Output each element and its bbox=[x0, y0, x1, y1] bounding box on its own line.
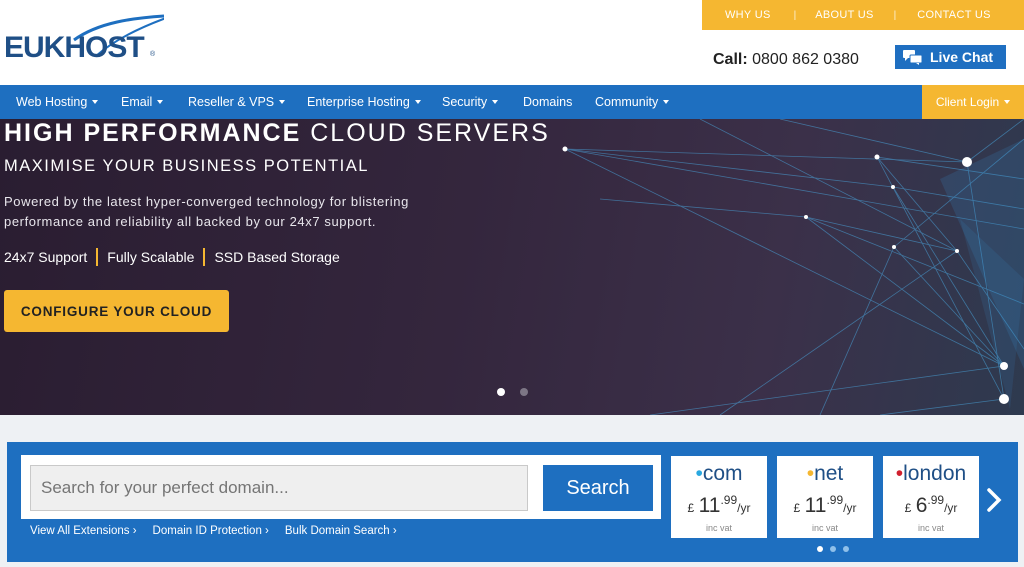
nav-item-community[interactable]: Community bbox=[595, 85, 670, 119]
nav-item-label: Email bbox=[121, 95, 153, 109]
price-currency: £ bbox=[687, 501, 695, 515]
nav-item-label: Web Hosting bbox=[16, 95, 88, 109]
client-login-button[interactable]: Client Login bbox=[922, 85, 1024, 119]
chevron-right-icon[interactable] bbox=[985, 487, 1003, 513]
caret-down-icon bbox=[92, 100, 99, 104]
price-integer: 11 bbox=[698, 494, 721, 517]
tld-card-net[interactable]: •net £ 11.99/yr inc vat bbox=[777, 456, 873, 538]
domain-search-input[interactable] bbox=[30, 465, 528, 511]
feature-divider bbox=[203, 248, 206, 266]
price-period: /yr bbox=[843, 501, 857, 515]
tld-price: £ 11.99/yr bbox=[671, 493, 767, 518]
phone-number[interactable]: Call: 0800 862 0380 bbox=[713, 51, 859, 69]
util-link-why-us[interactable]: WHY US bbox=[725, 9, 771, 21]
feature-support: 24x7 Support bbox=[4, 249, 88, 265]
tld-label: net bbox=[814, 462, 844, 485]
util-link-contact-us[interactable]: CONTACT US bbox=[917, 9, 991, 21]
tld-name: •com bbox=[671, 462, 767, 486]
page: EUKHOST ® WHY US | ABOUT US | CONTACT US… bbox=[0, 0, 1024, 567]
tld-vat-note: inc vat bbox=[705, 523, 732, 533]
nav-item-security[interactable]: Security bbox=[442, 85, 499, 119]
slide-dot[interactable] bbox=[520, 388, 528, 396]
tld-vat-note: inc vat bbox=[917, 523, 944, 533]
configure-cloud-button[interactable]: CONFIGURE YOUR CLOUD bbox=[4, 290, 229, 332]
hero-title: HIGH PERFORMANCE CLOUD SERVERS bbox=[4, 119, 550, 148]
slide-dot-active[interactable] bbox=[497, 388, 505, 396]
hero-banner: HIGH PERFORMANCE CLOUD SERVERS MAXIMISE … bbox=[0, 119, 1024, 415]
tld-label: com bbox=[702, 462, 743, 485]
nav-item-label: Enterprise Hosting bbox=[307, 95, 410, 109]
tld-name: •net bbox=[777, 462, 873, 486]
link-view-all-extensions[interactable]: View All Extensions › bbox=[30, 525, 137, 537]
tld-card-com[interactable]: •com £ 11.99/yr inc vat bbox=[671, 456, 767, 538]
logo-text: EUKHOST bbox=[4, 31, 144, 64]
caret-down-icon bbox=[663, 100, 670, 104]
tld-price: £ 11.99/yr bbox=[777, 493, 873, 518]
caret-down-icon bbox=[157, 100, 164, 104]
nav-item-label: Security bbox=[442, 95, 488, 109]
domain-links: View All Extensions › Domain ID Protecti… bbox=[30, 525, 397, 537]
nav-item-web-hosting[interactable]: Web Hosting bbox=[16, 85, 99, 119]
price-decimal: .99 bbox=[927, 493, 945, 507]
nav-item-label: Community bbox=[595, 95, 659, 109]
phone-value: 0800 862 0380 bbox=[752, 51, 859, 68]
tld-dot: • bbox=[806, 462, 815, 485]
price-decimal: .99 bbox=[826, 493, 844, 507]
live-chat-button[interactable]: Live Chat bbox=[895, 45, 1006, 69]
feature-storage: SSD Based Storage bbox=[214, 249, 340, 265]
client-login-label: Client Login bbox=[935, 95, 1000, 109]
util-separator: | bbox=[793, 9, 797, 21]
live-chat-label: Live Chat bbox=[930, 49, 994, 65]
nav-item-email[interactable]: Email bbox=[121, 85, 164, 119]
util-link-about-us[interactable]: ABOUT US bbox=[815, 9, 873, 21]
price-period: /yr bbox=[737, 501, 751, 515]
price-currency: £ bbox=[793, 501, 801, 515]
carousel-dot[interactable] bbox=[843, 546, 849, 552]
main-nav: Web Hosting Email Reseller & VPS Enterpr… bbox=[0, 85, 1024, 119]
carousel-dot-active[interactable] bbox=[817, 546, 823, 552]
nav-item-enterprise-hosting[interactable]: Enterprise Hosting bbox=[307, 85, 421, 119]
carousel-dot[interactable] bbox=[830, 546, 836, 552]
tld-vat-note: inc vat bbox=[811, 523, 838, 533]
chat-bubbles-icon bbox=[903, 49, 923, 65]
eukhost-logo[interactable]: EUKHOST ® bbox=[4, 12, 164, 72]
nav-item-domains[interactable]: Domains bbox=[523, 85, 572, 119]
tld-price: £ 6.99/yr bbox=[883, 493, 979, 518]
caret-down-icon bbox=[414, 100, 421, 104]
logo-registered-mark: ® bbox=[150, 50, 156, 58]
price-currency: £ bbox=[904, 501, 912, 515]
price-integer: 6 bbox=[915, 494, 928, 517]
tld-card-london[interactable]: •london £ 6.99/yr inc vat bbox=[883, 456, 979, 538]
link-bulk-domain-search[interactable]: Bulk Domain Search › bbox=[285, 525, 397, 537]
price-period: /yr bbox=[944, 501, 958, 515]
price-integer: 11 bbox=[804, 494, 827, 517]
tld-name: •london bbox=[883, 462, 979, 486]
caret-down-icon bbox=[1004, 100, 1011, 104]
price-decimal: .99 bbox=[720, 493, 738, 507]
hero-subtitle: MAXIMISE YOUR BUSINESS POTENTIAL bbox=[4, 157, 369, 175]
util-separator: | bbox=[893, 9, 897, 21]
nav-item-label: Reseller & VPS bbox=[188, 95, 275, 109]
hero-title-light: CLOUD SERVERS bbox=[310, 119, 550, 147]
hero-description: Powered by the latest hyper-converged te… bbox=[4, 194, 409, 229]
tld-dot: • bbox=[695, 462, 703, 485]
tld-label: london bbox=[903, 462, 967, 485]
nav-item-reseller-vps[interactable]: Reseller & VPS bbox=[188, 85, 286, 119]
caret-down-icon bbox=[492, 100, 499, 104]
link-domain-id-protection[interactable]: Domain ID Protection › bbox=[153, 525, 269, 537]
call-label: Call: bbox=[713, 51, 748, 68]
site-header: EUKHOST ® WHY US | ABOUT US | CONTACT US… bbox=[0, 0, 1024, 85]
nav-item-label: Domains bbox=[523, 95, 573, 109]
hero-title-bold: HIGH PERFORMANCE bbox=[4, 119, 302, 147]
hero-features: 24x7 Support Fully Scalable SSD Based St… bbox=[4, 248, 340, 266]
feature-scalable: Fully Scalable bbox=[107, 249, 195, 265]
caret-down-icon bbox=[279, 100, 286, 104]
feature-divider bbox=[96, 248, 99, 266]
utility-nav: WHY US | ABOUT US | CONTACT US bbox=[702, 0, 1024, 30]
domain-search-button[interactable]: Search bbox=[543, 465, 653, 511]
